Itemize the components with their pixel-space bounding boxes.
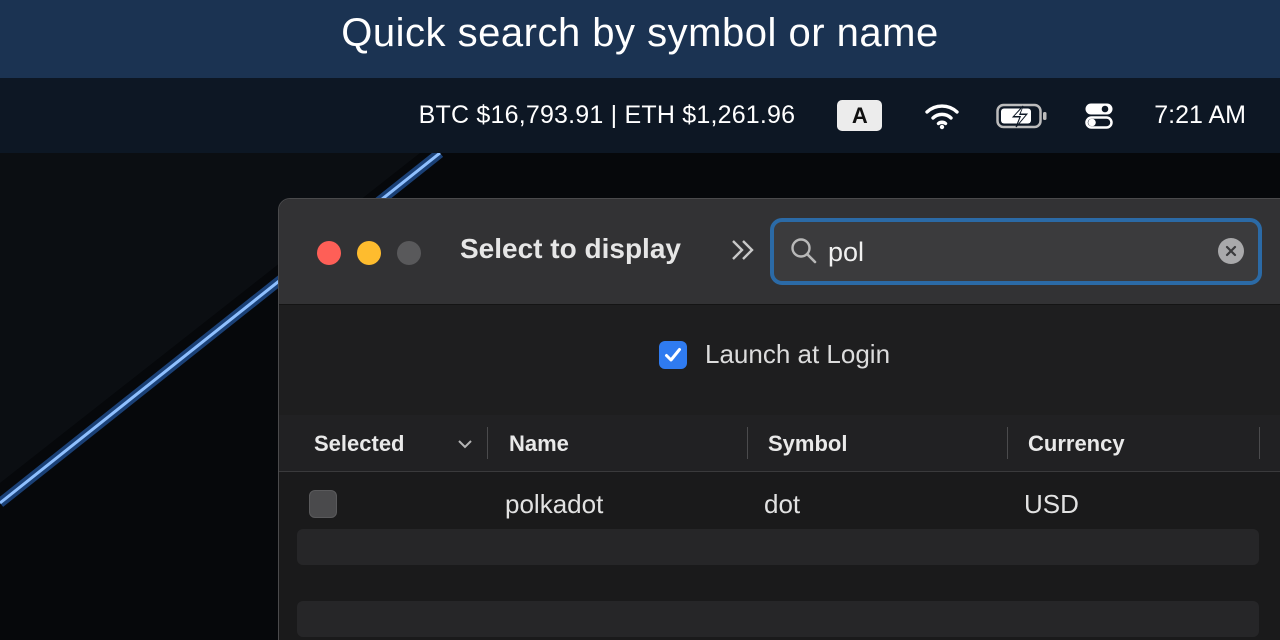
column-header-selected[interactable]: Selected — [314, 431, 405, 457]
menu-bar: BTC $16,793.91 | ETH $1,261.96 A 7:21 AM — [0, 78, 1280, 153]
table-row-empty — [297, 601, 1259, 637]
menu-bar-clock[interactable]: 7:21 AM — [1154, 101, 1246, 130]
search-input[interactable] — [828, 232, 1208, 272]
column-divider[interactable] — [487, 427, 488, 459]
column-header-name[interactable]: Name — [509, 431, 569, 457]
coin-table: Selected Name Symbol Currency polkadot d… — [279, 415, 1280, 640]
cell-currency: USD — [1024, 489, 1079, 519]
caption-banner: Quick search by symbol or name — [0, 0, 1280, 78]
minimize-window-button[interactable] — [357, 241, 381, 265]
app-window: Select to display pol Launch at Login Se… — [278, 198, 1280, 640]
launch-at-login-label: Launch at Login — [705, 339, 891, 369]
cell-name: polkadot — [505, 489, 604, 519]
title-bar: Select to display — [279, 199, 1280, 305]
window-title: Select to display — [460, 233, 681, 264]
column-divider[interactable] — [747, 427, 748, 459]
column-header-currency[interactable]: Currency — [1028, 431, 1125, 457]
column-divider[interactable] — [1007, 427, 1008, 459]
chevron-down-icon[interactable] — [457, 437, 473, 455]
cell-symbol: dot — [764, 489, 801, 519]
close-window-button[interactable] — [317, 241, 341, 265]
toolbar-overflow-icon[interactable] — [729, 237, 757, 269]
wifi-icon[interactable] — [924, 102, 960, 130]
zoom-window-button[interactable] — [397, 241, 421, 265]
launch-at-login-option[interactable]: Launch at Login — [659, 339, 890, 370]
control-center-icon[interactable] — [1084, 102, 1114, 130]
table-row[interactable]: polkadot dot USD — [297, 475, 1259, 529]
input-source-indicator[interactable]: A — [837, 100, 883, 131]
window-content: Launch at Login Selected Name Symbol Cur — [279, 305, 1280, 640]
clear-search-icon[interactable] — [1218, 238, 1244, 264]
column-divider[interactable] — [1259, 427, 1260, 459]
screen: Quick search by symbol or name BTC $16,7… — [0, 0, 1280, 640]
table-row-empty — [297, 529, 1259, 565]
launch-at-login-checkbox[interactable] — [659, 340, 687, 369]
table-header: Selected Name Symbol Currency — [279, 415, 1280, 472]
search-field[interactable] — [770, 218, 1262, 285]
search-icon — [790, 237, 818, 270]
column-header-symbol[interactable]: Symbol — [768, 431, 847, 457]
caption-text: Quick search by symbol or name — [341, 10, 939, 55]
crypto-ticker[interactable]: BTC $16,793.91 | ETH $1,261.96 — [419, 101, 796, 130]
row-selected-checkbox[interactable] — [309, 490, 337, 518]
battery-charging-icon[interactable] — [996, 103, 1048, 129]
